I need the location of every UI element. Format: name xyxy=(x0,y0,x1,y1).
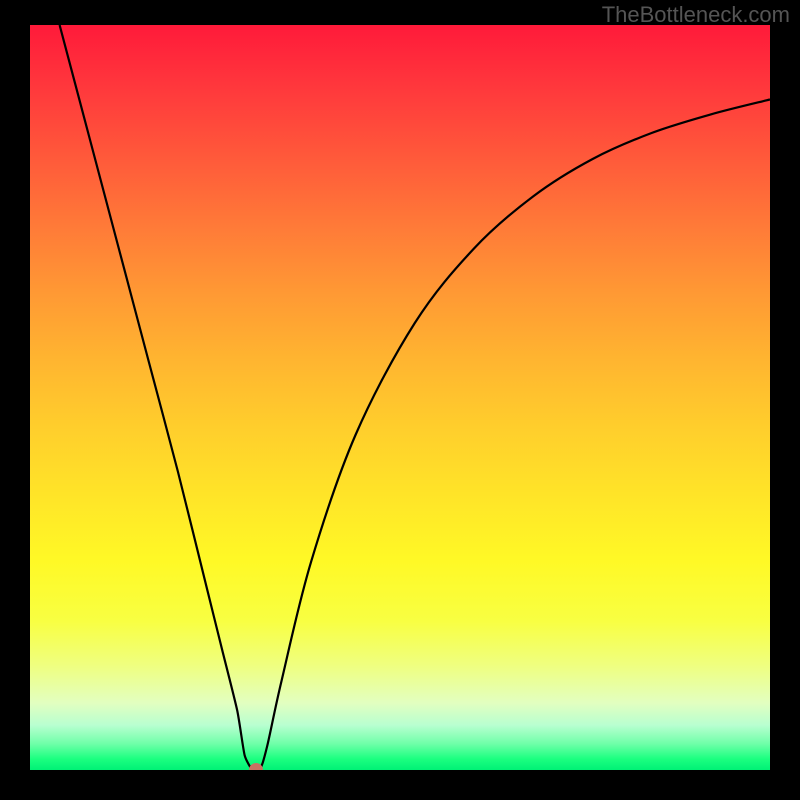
optimum-marker xyxy=(249,763,263,770)
bottleneck-curve xyxy=(30,25,770,770)
plot-area xyxy=(30,25,770,770)
watermark-text: TheBottleneck.com xyxy=(602,2,790,28)
